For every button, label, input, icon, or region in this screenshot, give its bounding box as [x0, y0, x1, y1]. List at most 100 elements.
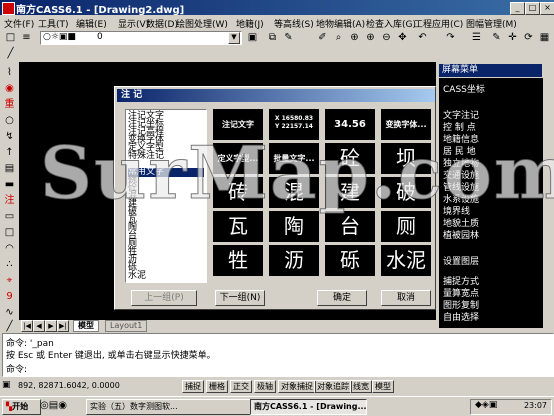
menu-item-2[interactable]: 编辑(E) [76, 17, 107, 30]
last-tab-icon[interactable]: ▶| [57, 320, 69, 332]
zoom-window-icon[interactable]: ⊕ [348, 31, 361, 44]
command-window[interactable]: 命令: '_pan 按 Esc 或 Enter 键退出, 或单击右键显示快捷菜单… [2, 333, 554, 377]
copy-icon[interactable]: ⧉ [266, 31, 279, 44]
annotation-cell[interactable]: 陶 [269, 211, 319, 242]
list-icon[interactable]: ☰ [470, 31, 483, 44]
start-button[interactable]: ▚开始 [2, 399, 41, 415]
screen-menu-item[interactable]: 设置图层 [443, 254, 479, 267]
hatch-icon[interactable]: ▤ [3, 162, 16, 175]
screen-menu-item[interactable]: 自由选择 [443, 310, 479, 323]
line-icon[interactable]: ╱ [4, 47, 17, 60]
annotation-cell[interactable]: 建 [325, 177, 375, 208]
rectangle-icon[interactable]: ▭ [3, 210, 16, 223]
redo-icon[interactable]: ↷ [444, 31, 457, 44]
zoom-icon[interactable]: ⌕ [332, 31, 345, 44]
task-button-cass[interactable]: 南方CASS6.1 - [Drawing... [250, 399, 367, 415]
close-button[interactable]: × [540, 2, 554, 15]
menu-item-1[interactable]: 工具(T) [38, 17, 69, 30]
tab-model[interactable]: 模型 [73, 320, 99, 332]
arrow-icon[interactable]: ↑ [3, 146, 16, 159]
annotation-cell[interactable]: X 16580.83 Y 22157.14 [269, 109, 319, 140]
quick-launch-ie-icon[interactable]: ◎ [40, 400, 49, 411]
annotation-cell[interactable]: 定义字型... [213, 143, 263, 174]
status-toggle-1[interactable]: 栅格 [206, 380, 228, 393]
annotation-list-item[interactable]: 特殊注记 [128, 152, 204, 161]
edit-icon[interactable]: ✎ [490, 31, 503, 44]
annotation-cell[interactable]: 混 [269, 177, 319, 208]
zoom-out-icon[interactable]: ⊖ [380, 31, 393, 44]
move-icon[interactable]: ✛ [506, 31, 519, 44]
ok-button[interactable]: 确定 [317, 290, 367, 306]
task-button-doc[interactable]: 实验（五）数字测图软... [86, 399, 251, 415]
prev-group-button[interactable]: 上一组(P) [131, 290, 197, 306]
pencil-icon[interactable]: ✐ [316, 31, 329, 44]
status-toggle-5[interactable]: 对象追踪 [314, 380, 352, 393]
status-toggle-6[interactable]: 线宽 [350, 380, 372, 393]
status-toggle-4[interactable]: 对象捕捉 [278, 380, 316, 393]
annotation-list-item[interactable]: 水泥 [128, 272, 204, 281]
square-icon[interactable]: □ [3, 226, 16, 239]
circle-icon[interactable]: ○ [3, 114, 16, 127]
annotation-list[interactable]: 注记文字 注记坐标 注记高程 变换字体 定义字型 特殊注记 常用文字碗砼混建破瓦陶台厕牲沥砾… [125, 109, 207, 283]
arc-icon[interactable]: ◠ [3, 242, 16, 255]
annotation-cell[interactable]: 坝 [381, 143, 431, 174]
layer-select[interactable]: ○☼▣■ 0 ▼ [40, 31, 242, 45]
menu-item-11[interactable]: 图幅管理(M) [466, 17, 517, 30]
status-toggle-0[interactable]: 捕捉 [182, 380, 204, 393]
layers-icon[interactable]: ≡ [20, 31, 33, 44]
chevron-down-icon[interactable]: ▼ [228, 32, 240, 44]
status-toggle-2[interactable]: 正交 [230, 380, 252, 393]
annotation-cell[interactable]: 砖 [213, 177, 263, 208]
screen-menu-item[interactable]: 植被园林 [443, 228, 479, 241]
grid-icon[interactable]: ▦ [538, 31, 551, 44]
menu-item-8[interactable]: 地物编辑(A) [316, 17, 365, 30]
menu-item-7[interactable]: 等高线(S) [274, 17, 314, 30]
annotation-cell[interactable]: 厕 [381, 211, 431, 242]
properties-icon[interactable]: ▣ [246, 31, 259, 44]
quick-launch-media-icon[interactable]: ◉ [58, 400, 67, 411]
new-file-icon[interactable]: □ [4, 31, 17, 44]
minimize-button[interactable]: _ [510, 2, 525, 15]
dots-icon[interactable]: ∴ [3, 258, 16, 271]
maximize-button[interactable]: □ [525, 2, 540, 15]
polyline-icon[interactable]: ⌇ [3, 66, 16, 79]
annotation-cell[interactable]: 批量文字... [269, 143, 319, 174]
command-prompt[interactable]: 命令: [6, 362, 27, 375]
undo-icon[interactable]: ↶ [416, 31, 429, 44]
pan-icon[interactable]: ✥ [396, 31, 409, 44]
zoom-in-icon[interactable]: ⊕ [364, 31, 377, 44]
next-group-button[interactable]: 下一组(N) [215, 290, 265, 306]
annotation-cell[interactable]: 牲 [213, 245, 263, 276]
menu-item-10[interactable]: 工程应用(C) [414, 17, 463, 30]
annotation-cell[interactable]: 砼 [325, 143, 375, 174]
screen-menu-item[interactable]: CASS坐标 [443, 82, 485, 95]
quick-launch-desktop-icon[interactable]: ▤ [49, 400, 58, 411]
curve-icon[interactable]: ∿ [3, 306, 16, 319]
nine-icon[interactable]: 9 [3, 290, 16, 303]
heavy-icon[interactable]: 重 [3, 98, 16, 111]
prev-tab-icon[interactable]: ◀ [33, 320, 45, 332]
menu-item-6[interactable]: 地籍(J) [236, 17, 264, 30]
status-toggle-3[interactable]: 极轴 [254, 380, 276, 393]
slash-icon[interactable]: ╱ [3, 320, 16, 333]
first-tab-icon[interactable]: |◀ [21, 320, 33, 332]
tab-layout1[interactable]: Layout1 [105, 320, 148, 332]
menu-item-3[interactable]: 显示(V) [118, 17, 149, 30]
annotation-cell[interactable]: 变换字体... [381, 109, 431, 140]
layer-fill-icon[interactable]: ▬ [3, 178, 16, 191]
trace-icon[interactable]: ↯ [3, 130, 16, 143]
annotation-cell[interactable]: 瓦 [213, 211, 263, 242]
point-icon[interactable]: ◉ [3, 82, 16, 95]
measure-icon[interactable]: ⌖ [3, 274, 16, 287]
menu-item-4[interactable]: 数据(D) [146, 17, 178, 30]
status-toggle-7[interactable]: 模型 [372, 380, 394, 393]
menu-item-5[interactable]: 绘图处理(W) [176, 17, 228, 30]
annotation-cell[interactable]: 砾 [325, 245, 375, 276]
annotation-cell[interactable]: 34.56 [325, 109, 375, 140]
annotate-icon[interactable]: 注 [3, 194, 16, 207]
annotation-cell[interactable]: 台 [325, 211, 375, 242]
annotation-cell[interactable]: 水泥 [381, 245, 431, 276]
menu-item-9[interactable]: 检查入库(G) [366, 17, 416, 30]
match-icon[interactable]: ✎ [282, 31, 295, 44]
menu-item-0[interactable]: 文件(F) [4, 17, 34, 30]
